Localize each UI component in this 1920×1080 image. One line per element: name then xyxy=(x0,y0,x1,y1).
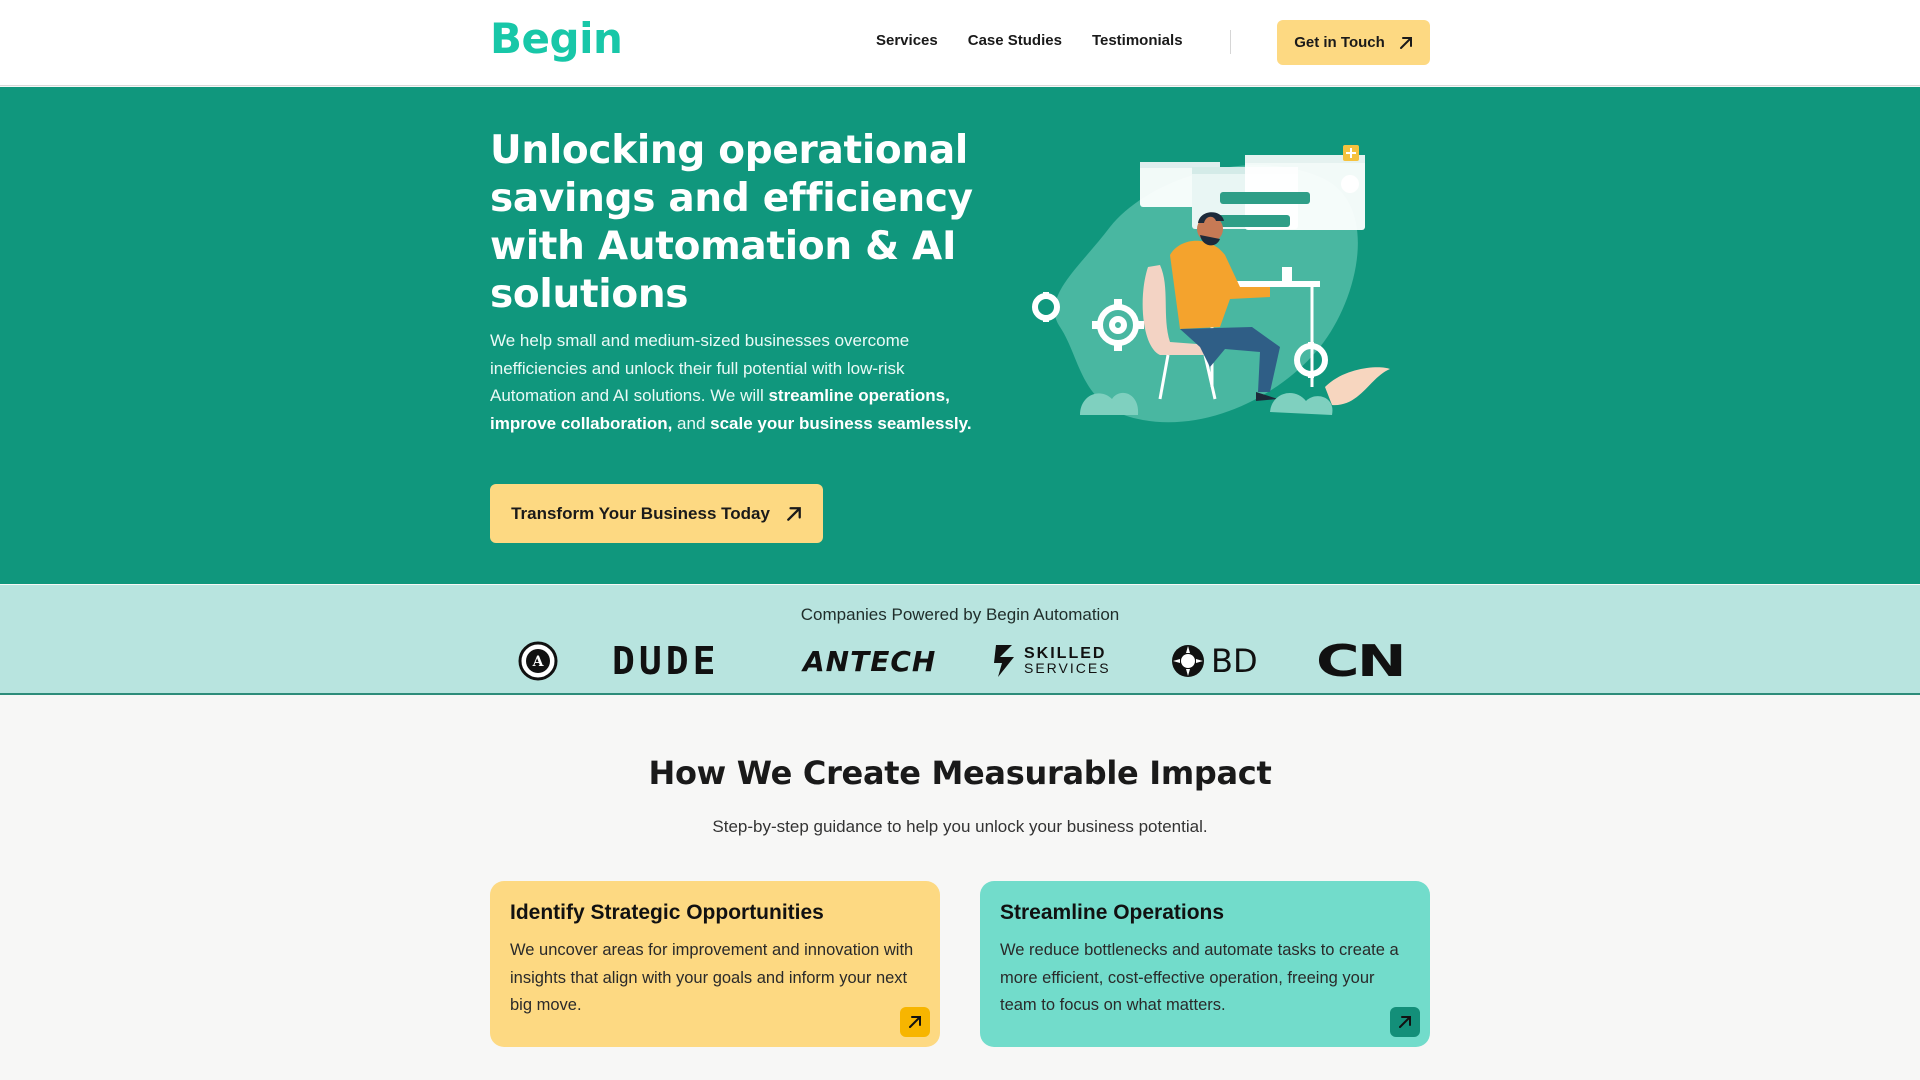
hero-desc-text-2: and xyxy=(672,413,711,433)
impact-subtitle: Step-by-step guidance to help you unlock… xyxy=(712,817,1208,836)
hero-section: Unlocking operational savings and effici… xyxy=(0,87,1920,584)
bd-logo-text: BD xyxy=(1211,642,1258,680)
arrow-up-right-icon xyxy=(1399,36,1412,49)
card-arrow-button[interactable] xyxy=(1390,1007,1420,1037)
nav-case-studies[interactable]: Case Studies xyxy=(968,32,1062,49)
arrow-up-right-icon xyxy=(909,1016,921,1028)
hero-description: We help small and medium-sized businesse… xyxy=(490,327,980,437)
client-logos-strip: Companies Powered by Begin Automation A … xyxy=(0,585,1920,695)
card-identify-opportunities[interactable]: Identify Strategic Opportunities We unco… xyxy=(490,881,940,1047)
card-text: We uncover areas for improvement and inn… xyxy=(510,941,914,1014)
site-header: Begin Services Case Studies Testimonials… xyxy=(0,0,1920,86)
cn-logo: CN xyxy=(1316,636,1407,687)
hero-desc-bold-2: scale your business seamlessly. xyxy=(710,413,972,433)
transform-business-label: Transform Your Business Today xyxy=(511,503,770,523)
card-streamline-operations[interactable]: Streamline Operations We reduce bottlene… xyxy=(980,881,1430,1047)
begin-logo[interactable]: Begin xyxy=(490,14,623,63)
main-nav: Services Case Studies Testimonials xyxy=(876,32,1183,49)
dude-logo-text: DUDE xyxy=(612,639,720,683)
nav-services[interactable]: Services xyxy=(876,32,938,49)
client-logos-caption: Companies Powered by Begin Automation xyxy=(800,605,1120,624)
arrow-up-right-icon xyxy=(1399,1016,1411,1028)
impact-section: How We Create Measurable Impact Step-by-… xyxy=(0,697,1920,1080)
nav-divider xyxy=(1230,30,1231,54)
transform-business-button[interactable]: Transform Your Business Today xyxy=(490,484,823,543)
card-arrow-button[interactable] xyxy=(900,1007,930,1037)
skilled-services-wordmark: SKILLED SERVICES xyxy=(1024,646,1111,676)
get-in-touch-button[interactable]: Get in Touch xyxy=(1277,20,1430,65)
skilled-services-text-1: SKILLED xyxy=(1024,645,1107,662)
get-in-touch-label: Get in Touch xyxy=(1294,34,1385,51)
impact-title: How We Create Measurable Impact xyxy=(648,754,1272,792)
card-text: We reduce bottlenecks and automate tasks… xyxy=(1000,941,1399,1014)
antech-logo-text: ANTECH xyxy=(803,644,937,678)
nav-testimonials[interactable]: Testimonials xyxy=(1092,32,1183,49)
antech-logo: ANTECH xyxy=(803,639,936,683)
cn-logo-text: CN xyxy=(1316,635,1407,687)
bd-logo: BD xyxy=(1171,639,1258,683)
skilled-services-text-2: SERVICES xyxy=(1024,660,1111,676)
circle-badge-logo: A xyxy=(518,639,558,683)
circle-badge-letter: A xyxy=(532,654,545,670)
arrow-up-right-icon xyxy=(787,506,801,521)
skilled-services-logo: SKILLED SERVICES xyxy=(992,639,1111,683)
card-title: Streamline Operations xyxy=(1000,901,1225,924)
hero-title: Unlocking operational savings and effici… xyxy=(490,128,973,317)
dude-logo: DUDE xyxy=(612,639,720,683)
person-at-computer-illustration xyxy=(1032,145,1390,423)
card-title: Identify Strategic Opportunities xyxy=(510,901,824,924)
